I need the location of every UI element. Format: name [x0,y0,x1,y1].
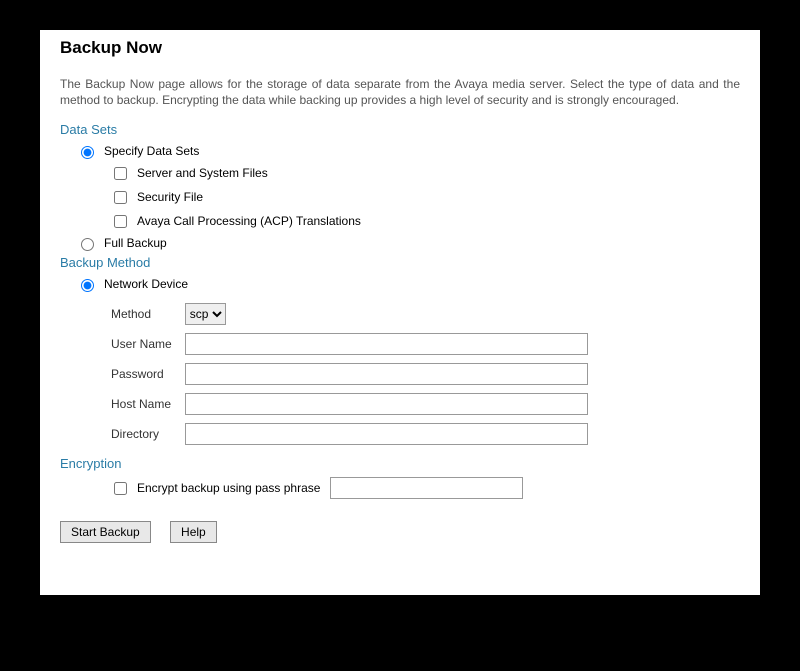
security-file-row: Security File [110,187,740,207]
data-sets-heading: Data Sets [60,122,740,137]
security-file-label: Security File [137,190,203,204]
encrypt-row: Encrypt backup using pass phrase [110,477,740,499]
username-input[interactable] [185,333,588,355]
server-system-files-label: Server and System Files [137,166,268,180]
encrypt-label: Encrypt backup using pass phrase [137,481,320,495]
full-backup-radio[interactable] [81,238,94,251]
password-row: Password [110,362,589,386]
directory-row: Directory [110,422,589,446]
hostname-input[interactable] [185,393,588,415]
network-device-label: Network Device [104,277,188,291]
full-backup-row: Full Backup [76,235,740,251]
start-backup-button[interactable]: Start Backup [60,521,151,543]
directory-label: Directory [110,422,184,446]
full-backup-label: Full Backup [104,236,167,250]
backup-method-form: Method scp User Name Password Host Name … [110,296,589,452]
page-description: The Backup Now page allows for the stora… [60,76,740,108]
specify-data-sets-label: Specify Data Sets [104,144,199,158]
username-row: User Name [110,332,589,356]
method-select[interactable]: scp [185,303,226,325]
page-title: Backup Now [60,38,740,58]
username-label: User Name [110,332,184,356]
specify-data-sets-row: Specify Data Sets [76,143,740,159]
encrypt-passphrase-input[interactable] [330,477,523,499]
server-system-files-checkbox[interactable] [114,167,127,180]
acp-translations-label: Avaya Call Processing (ACP) Translations [137,214,361,228]
network-device-radio[interactable] [81,279,94,292]
hostname-row: Host Name [110,392,589,416]
method-row: Method scp [110,302,589,326]
help-button[interactable]: Help [170,521,217,543]
specify-data-sets-radio[interactable] [81,146,94,159]
network-device-row: Network Device [76,276,740,292]
backup-now-page: Backup Now The Backup Now page allows fo… [40,30,760,595]
button-row: Start Backup Help [60,521,740,543]
encryption-heading: Encryption [60,456,740,471]
hostname-label: Host Name [110,392,184,416]
backup-method-heading: Backup Method [60,255,740,270]
acp-translations-row: Avaya Call Processing (ACP) Translations [110,211,740,231]
password-input[interactable] [185,363,588,385]
password-label: Password [110,362,184,386]
acp-translations-checkbox[interactable] [114,215,127,228]
server-system-files-row: Server and System Files [110,163,740,183]
encrypt-checkbox[interactable] [114,482,127,495]
directory-input[interactable] [185,423,588,445]
security-file-checkbox[interactable] [114,191,127,204]
method-label: Method [110,302,184,326]
